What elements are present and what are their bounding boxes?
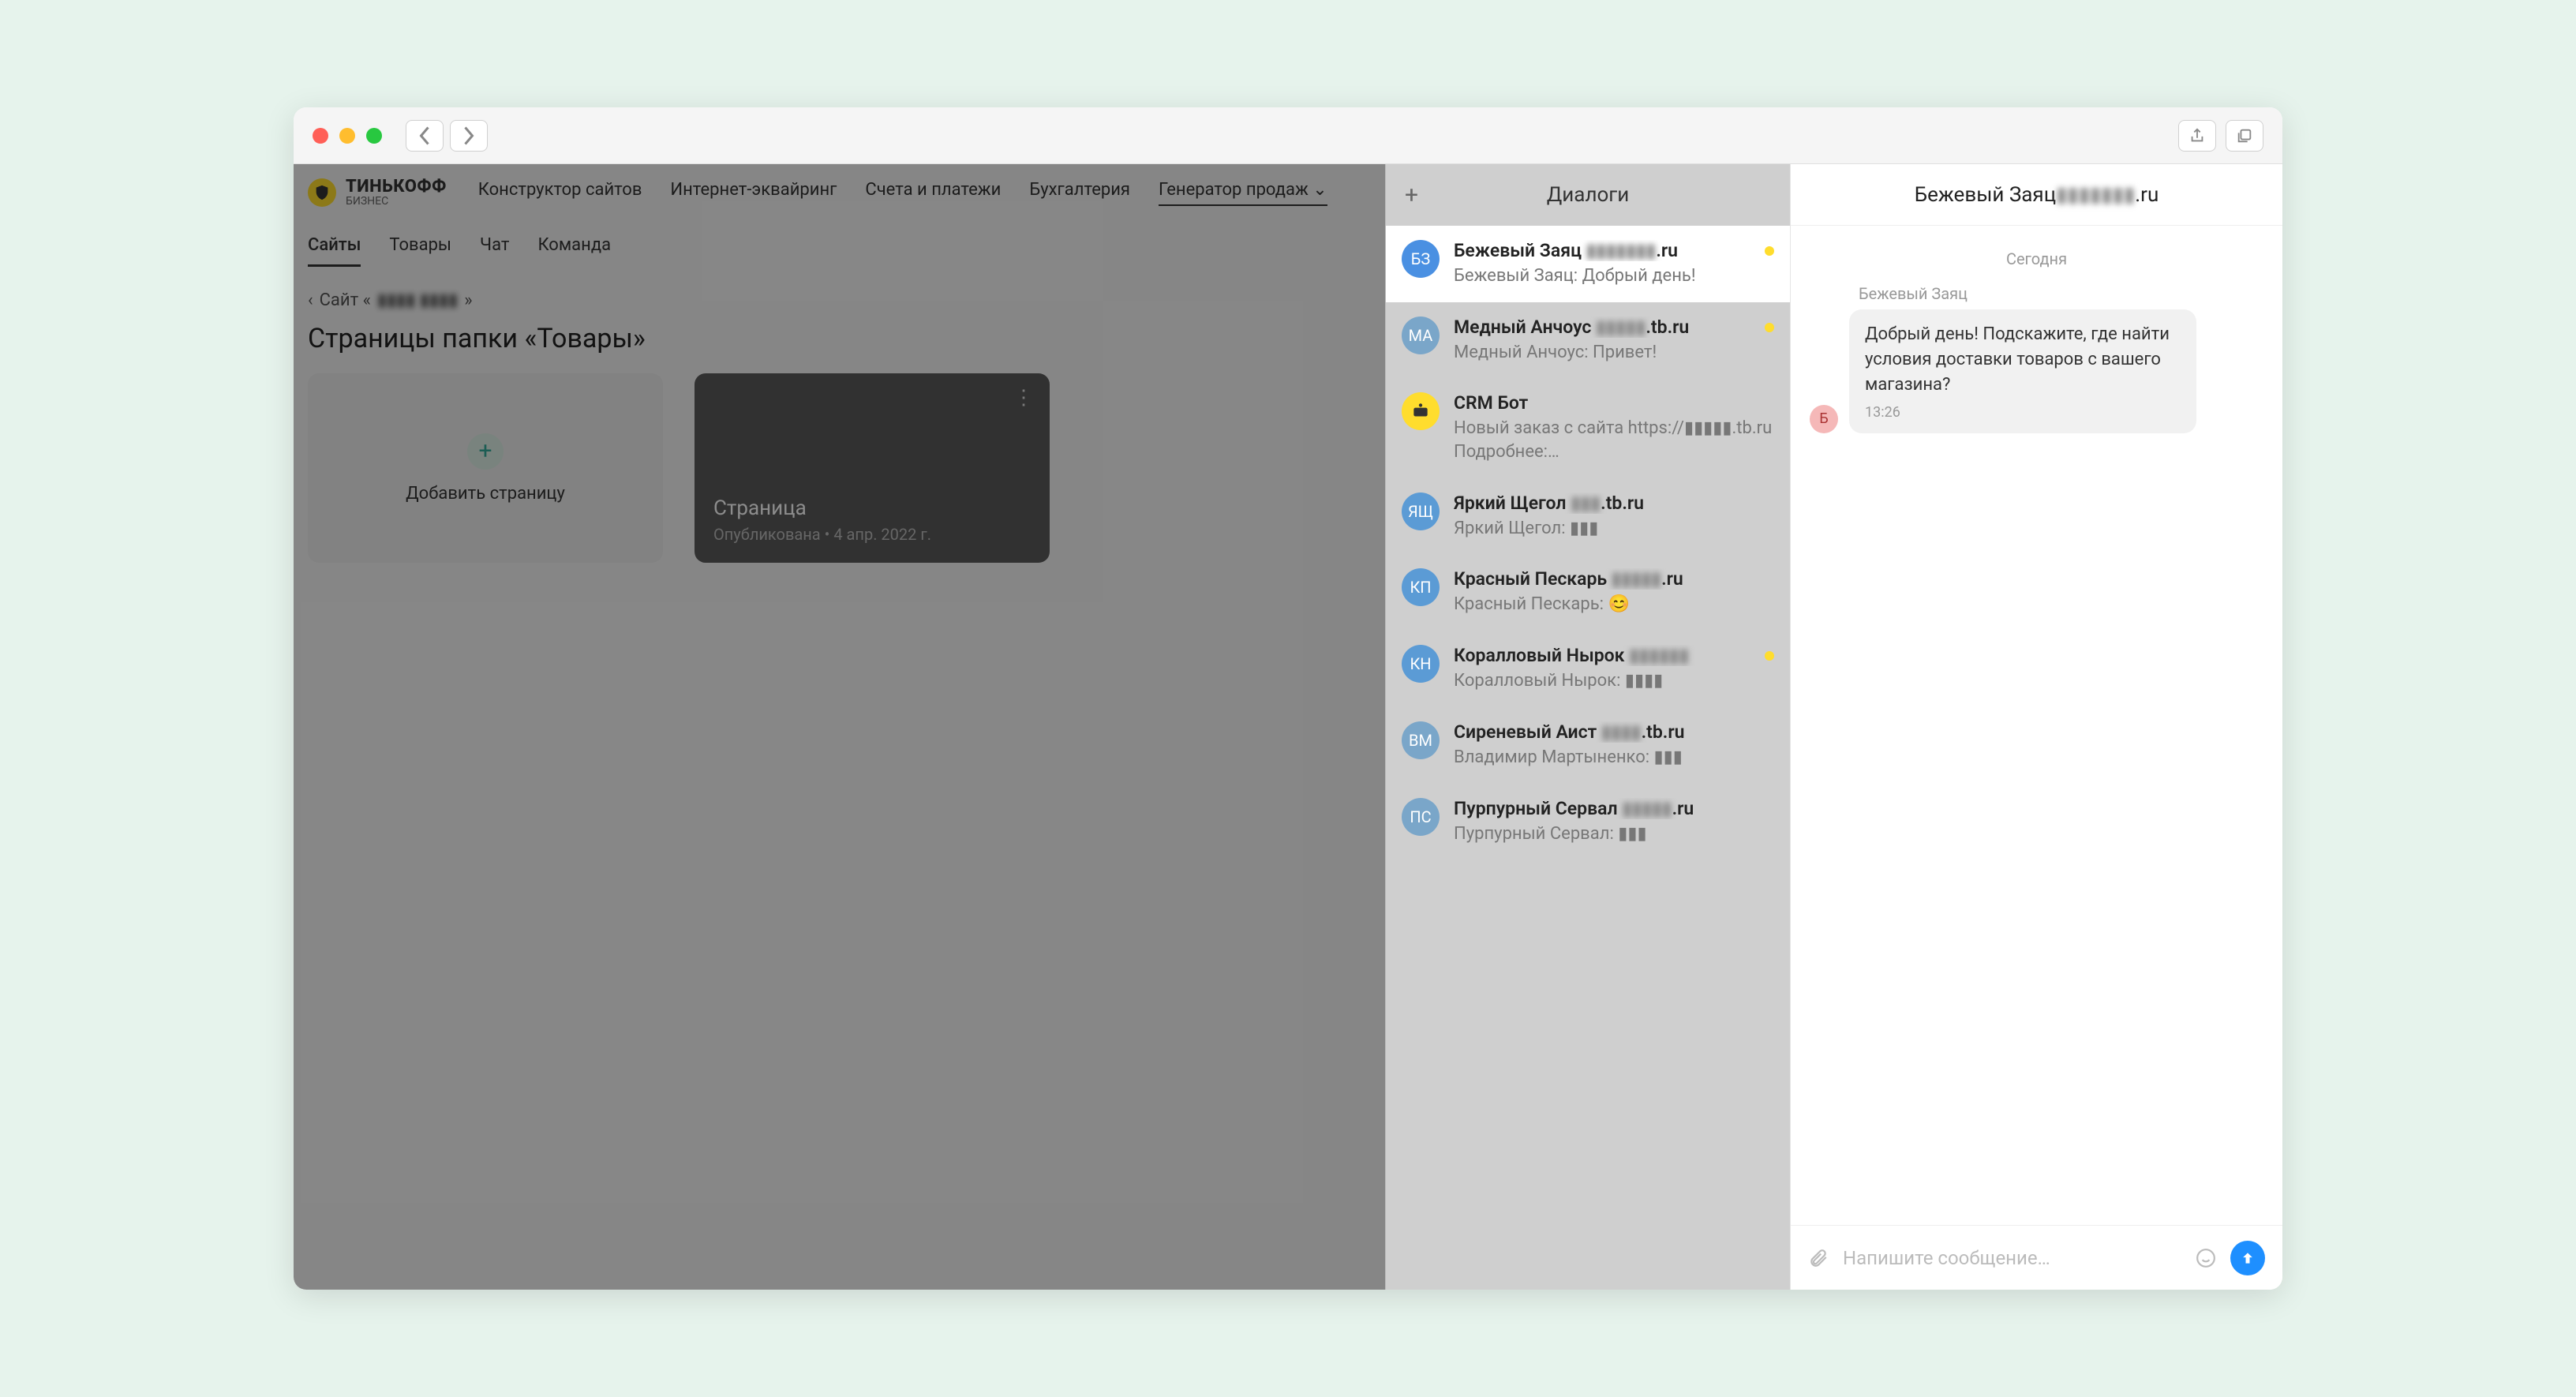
dialogs-header: + Диалоги <box>1386 164 1790 226</box>
dialog-avatar: БЗ <box>1402 240 1440 278</box>
dialog-name: Сиреневый Аист ▮▮▮▮.tb.ru <box>1454 721 1774 743</box>
dialog-preview: Красный Пескарь: 😊 <box>1454 593 1774 616</box>
forward-button[interactable] <box>450 120 488 152</box>
minimize-window-button[interactable] <box>339 128 355 144</box>
attach-icon[interactable] <box>1808 1248 1829 1268</box>
dialog-avatar: КП <box>1402 568 1440 606</box>
maximize-window-button[interactable] <box>366 128 382 144</box>
dialog-avatar <box>1402 392 1440 430</box>
dialog-preview: Яркий Щегол: ▮▮▮ <box>1454 517 1774 541</box>
message-text: Добрый день! Подскажите, где найти услов… <box>1865 322 2181 398</box>
chat-header: Бежевый Заяц ▮▮▮▮▮▮▮.ru <box>1791 164 2282 226</box>
chat-body: Сегодня Бежевый Заяц Б Добрый день! Подс… <box>1791 226 2282 1225</box>
dialog-item[interactable]: CRM Бот Новый заказ с сайта https://▮▮▮▮▮… <box>1386 378 1790 478</box>
dim-overlay <box>294 164 1385 1290</box>
tabs-button[interactable] <box>2226 120 2263 152</box>
window-controls <box>313 128 382 144</box>
message-avatar: Б <box>1810 405 1838 433</box>
dialog-avatar: ПС <box>1402 798 1440 836</box>
dialogs-title: Диалоги <box>1547 183 1629 207</box>
close-window-button[interactable] <box>313 128 328 144</box>
dialog-item[interactable]: БЗ Бежевый Заяц ▮▮▮▮▮▮▮.ru Бежевый Заяц: Д… <box>1386 226 1790 302</box>
dialog-item[interactable]: ЯЩ Яркий Щегол ▮▮▮.tb.ru Яркий Щегол: ▮▮▮ <box>1386 478 1790 555</box>
dialog-avatar: ЯЩ <box>1402 493 1440 530</box>
main-area: ТИНЬКОФФБИЗНЕС Конструктор сайтов Интерн… <box>294 164 1385 1290</box>
dialog-name: Пурпурный Сервал ▮▮▮▮▮.ru <box>1454 798 1774 819</box>
emoji-icon[interactable] <box>2196 1248 2216 1268</box>
dialog-name: Яркий Щегол ▮▮▮.tb.ru <box>1454 493 1774 514</box>
dialog-name: Медный Анчоус ▮▮▮▮▮.tb.ru <box>1454 316 1774 338</box>
message-author: Бежевый Заяц <box>1859 284 2263 303</box>
dialog-avatar: ВМ <box>1402 721 1440 759</box>
dialog-item[interactable]: ВМ Сиреневый Аист ▮▮▮▮.tb.ru Владимир Март… <box>1386 707 1790 784</box>
composer <box>1791 1225 2282 1290</box>
dialog-item[interactable]: КП Красный Пескарь ▮▮▮▮▮.ru Красный Пескар… <box>1386 554 1790 631</box>
date-separator: Сегодня <box>1810 249 2263 268</box>
share-button[interactable] <box>2178 120 2216 152</box>
dialog-avatar: МА <box>1402 316 1440 354</box>
dialog-item[interactable]: ПС Пурпурный Сервал ▮▮▮▮▮.ru Пурпурный Сер… <box>1386 784 1790 860</box>
new-dialog-button[interactable]: + <box>1405 182 1418 209</box>
message-time: 13:26 <box>1865 404 2181 421</box>
dialog-preview: Медный Анчоус: Привет! <box>1454 341 1774 365</box>
send-button[interactable] <box>2230 1241 2265 1275</box>
browser-window: ТИНЬКОФФБИЗНЕС Конструктор сайтов Интерн… <box>294 107 2282 1290</box>
message-input[interactable] <box>1843 1247 2181 1269</box>
dialogs-panel: + Диалоги БЗ Бежевый Заяц ▮▮▮▮▮▮▮.ru Бежев… <box>1385 164 1790 1290</box>
dialog-preview: Пурпурный Сервал: ▮▮▮ <box>1454 822 1774 846</box>
message-row: Б Добрый день! Подскажите, где найти усл… <box>1810 309 2263 433</box>
dialog-item[interactable]: КН Коралловый Нырок ▮▮▮▮▮▮ Коралловый Ныро… <box>1386 631 1790 707</box>
dialog-name: Бежевый Заяц ▮▮▮▮▮▮▮.ru <box>1454 240 1774 261</box>
dialog-preview: Владимир Мартыненко: ▮▮▮ <box>1454 746 1774 770</box>
dialog-list: БЗ Бежевый Заяц ▮▮▮▮▮▮▮.ru Бежевый Заяц: Д… <box>1386 226 1790 860</box>
dialog-preview: Коралловый Нырок: ▮▮▮▮ <box>1454 669 1774 693</box>
dialog-item[interactable]: МА Медный Анчоус ▮▮▮▮▮.tb.ru Медный Анчоус… <box>1386 302 1790 379</box>
unread-indicator <box>1765 323 1774 332</box>
dialog-avatar: КН <box>1402 645 1440 683</box>
dialog-preview: Бежевый Заяц: Добрый день! <box>1454 264 1774 288</box>
dialog-name: CRM Бот <box>1454 392 1774 414</box>
dialog-preview: Новый заказ с сайта https://▮▮▮▮▮.tb.ru … <box>1454 417 1774 463</box>
titlebar <box>294 107 2282 164</box>
message-bubble: Добрый день! Подскажите, где найти услов… <box>1849 309 2196 433</box>
dialog-name: Коралловый Нырок ▮▮▮▮▮▮ <box>1454 645 1774 666</box>
back-button[interactable] <box>406 120 444 152</box>
chat-panel: Бежевый Заяц ▮▮▮▮▮▮▮.ru Сегодня Бежевый … <box>1790 164 2282 1290</box>
dialog-name: Красный Пескарь ▮▮▮▮▮.ru <box>1454 568 1774 590</box>
unread-indicator <box>1765 246 1774 256</box>
